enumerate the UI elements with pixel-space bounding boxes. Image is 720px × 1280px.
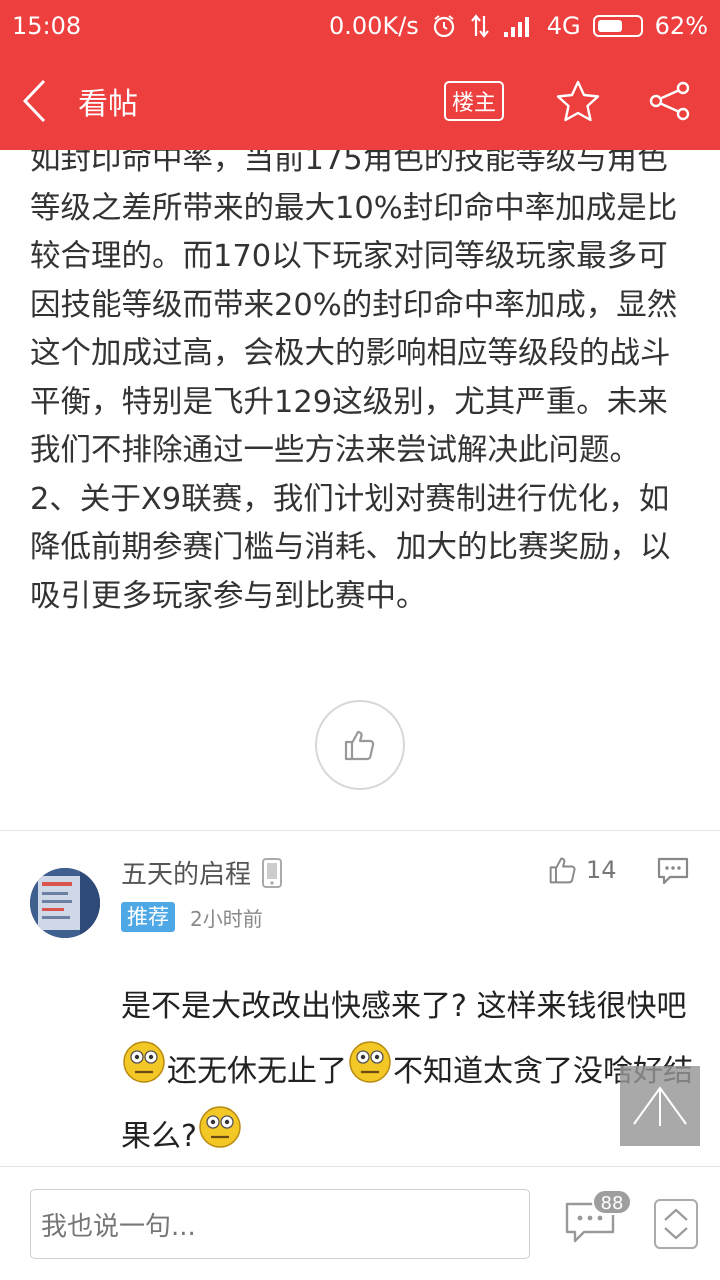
dizzy-face-icon <box>349 1041 391 1083</box>
comment-like-button[interactable]: 14 <box>548 855 617 885</box>
commenter-name: 五天的启程 <box>121 854 283 891</box>
owner-only-button[interactable]: 楼主 <box>444 81 504 121</box>
dizzy-face-icon <box>123 1041 165 1083</box>
comment-text-part: 还无休无止了 <box>167 1054 347 1089</box>
post-paragraph: 如封印命中率，当前175角色的技能等级与角色等级之差所带来的最大10%封印命中率… <box>30 142 678 468</box>
post-like-button[interactable] <box>315 700 405 790</box>
status-bar: 15:08 0.00K/s 4G 62% <box>0 0 720 52</box>
dizzy-face-icon <box>199 1106 241 1148</box>
comment-like-count: 14 <box>586 856 617 884</box>
comment-count-badge: 88 <box>592 1189 632 1215</box>
back-button[interactable] <box>0 52 70 150</box>
post-content: 如封印命中率，当前175角色的技能等级与角色等级之差所带来的最大10%封印命中率… <box>30 136 695 621</box>
thumbs-up-icon <box>344 730 375 761</box>
comment-text: 是不是大改改出快感来了? 这样来钱很快吧还无休无止了 不知道太贪了没啥好结果么? <box>121 975 696 1169</box>
battery-percent: 62% <box>654 12 708 40</box>
app-header: 15:08 0.00K/s 4G 62% 看帖 楼主 <box>0 0 720 150</box>
recommend-badge: 推荐 <box>121 902 175 932</box>
status-time: 15:08 <box>12 12 82 40</box>
network-speed: 0.00K/s <box>329 12 419 40</box>
scroll-to-top-button[interactable] <box>620 1066 700 1146</box>
commenter-avatar[interactable] <box>30 868 100 938</box>
comment-time: 2小时前 <box>190 907 263 931</box>
bottom-bar: 我也说一句... 88 <box>0 1166 720 1280</box>
page-scroll-button[interactable] <box>654 1199 698 1249</box>
battery-icon <box>592 15 643 37</box>
network-type: 4G <box>546 12 581 40</box>
star-icon <box>556 80 600 122</box>
post-paragraph: 2、关于X9联赛，我们计划对赛制进行优化，如降低前期参赛门槛与消耗、加大的比赛奖… <box>30 481 671 614</box>
avatar-image <box>30 868 100 938</box>
commenter-name-text: 五天的启程 <box>121 860 252 890</box>
phone-icon <box>262 857 283 888</box>
reply-icon <box>657 857 689 885</box>
chevron-up-icon <box>664 1208 688 1221</box>
comment-text-part: 是不是大改改出快感来了? 这样来钱很快吧 <box>121 989 687 1024</box>
comment-input[interactable]: 我也说一句... <box>30 1189 530 1259</box>
comment-reply-button[interactable] <box>656 856 690 890</box>
data-transfer-icon <box>470 14 489 38</box>
share-icon <box>649 81 690 121</box>
nav-header: 看帖 楼主 <box>0 52 720 150</box>
chevron-down-icon <box>664 1227 688 1240</box>
battery-fill <box>597 20 623 32</box>
signal-icon <box>503 17 529 37</box>
page-title: 看帖 <box>78 87 138 122</box>
arrow-up-icon <box>633 1086 687 1126</box>
back-icon <box>22 79 46 123</box>
alarm-icon <box>433 15 454 38</box>
share-button[interactable] <box>644 75 696 127</box>
status-right: 0.00K/s 4G 62% <box>329 12 708 40</box>
favorite-button[interactable] <box>552 75 604 127</box>
divider <box>0 830 720 831</box>
thumbs-up-icon <box>549 857 576 884</box>
